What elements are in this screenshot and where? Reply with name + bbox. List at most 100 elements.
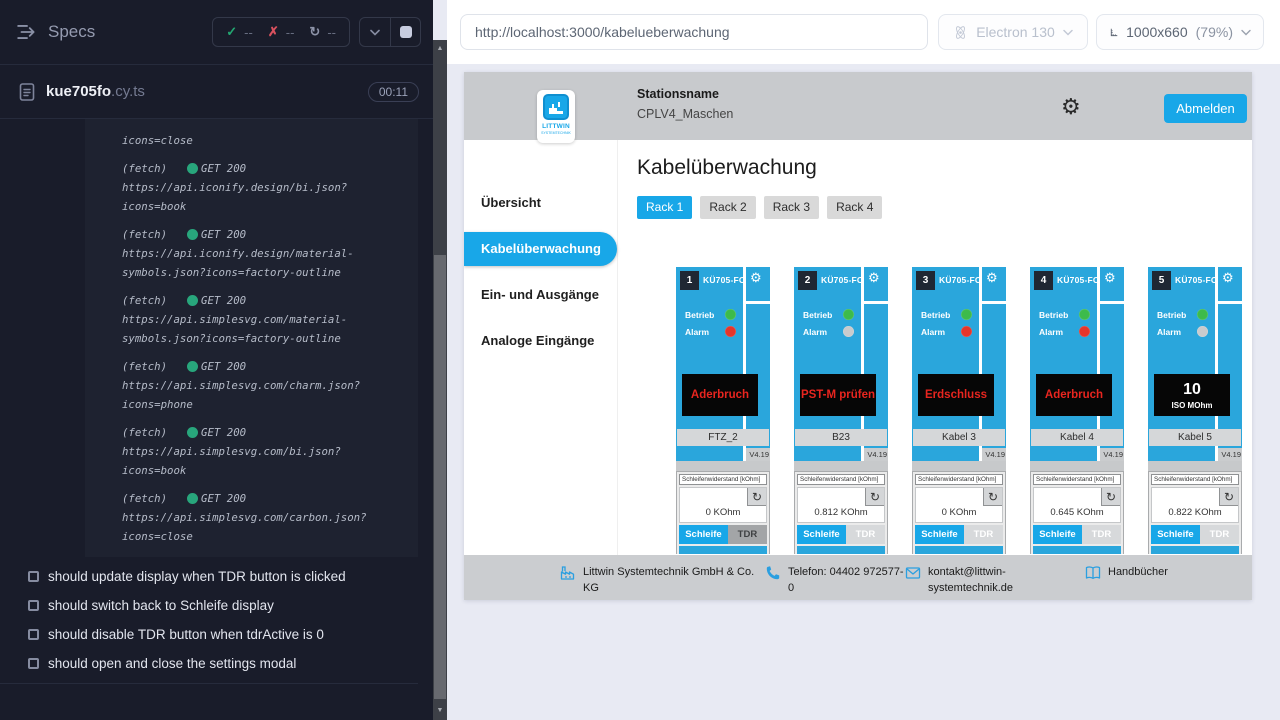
pending-count: --	[327, 25, 336, 40]
schleife-button[interactable]: Schleife	[1033, 525, 1082, 544]
betrieb-led	[843, 309, 854, 320]
card-divider	[746, 301, 770, 304]
tdr-button[interactable]: TDR	[1200, 525, 1239, 544]
cypress-runner-panel: Specs ✓-- ✗-- ↻-- kue705fo.cy.ts 00:11 i…	[0, 0, 433, 720]
status-ok-dot	[187, 163, 198, 174]
spec-file-row[interactable]: kue705fo.cy.ts 00:11	[0, 65, 433, 119]
stat-failed[interactable]: ✗--	[268, 24, 295, 40]
cable-name: B23	[795, 429, 887, 446]
chevron-down-icon	[1063, 29, 1073, 36]
status-display: Aderbruch	[682, 374, 758, 416]
schleife-button[interactable]: Schleife	[915, 525, 964, 544]
logout-button[interactable]: Abmelden	[1164, 94, 1247, 123]
cable-name: Kabel 5	[1149, 429, 1241, 446]
runner-scrollbar[interactable]: ▲ ▼	[433, 40, 447, 720]
alarm-led	[961, 326, 972, 337]
refresh-icon[interactable]: ↻	[983, 488, 1002, 506]
value-box: ↻ 0.822 KOhm	[1151, 487, 1239, 523]
status-display: Erdschluss	[918, 374, 994, 416]
value-box: ↻ 0.812 KOhm	[797, 487, 885, 523]
factory-icon	[560, 565, 576, 581]
device-model: KÜ705-FO	[1175, 275, 1218, 285]
chevron-down-icon	[1241, 29, 1251, 36]
runner-controls	[359, 17, 421, 47]
schleife-button[interactable]: Schleife	[797, 525, 846, 544]
device-model: KÜ705-FO	[703, 275, 746, 285]
failed-count: --	[286, 25, 295, 40]
card-settings-icon[interactable]: ⚙	[750, 270, 762, 286]
stop-button[interactable]	[390, 18, 420, 46]
tdr-button[interactable]: TDR	[846, 525, 885, 544]
scrollbar-thumb[interactable]	[434, 255, 446, 699]
refresh-icon[interactable]: ↻	[1101, 488, 1120, 506]
sidebar-item-uebersicht[interactable]: Übersicht	[464, 186, 617, 220]
sidebar-item-analoge-eingaenge[interactable]: Analoge Eingänge	[464, 324, 617, 358]
log-url: https://api.iconify.design/bi.json?icons…	[122, 178, 400, 216]
tdr-button[interactable]: TDR	[728, 525, 767, 544]
card-divider	[1218, 301, 1242, 304]
log-entry: (fetch)GET 200 https://api.simplesvg.com…	[122, 357, 400, 414]
log-url: https://api.simplesvg.com/charm.json?	[122, 376, 400, 395]
footer-email[interactable]: kontakt@littwin-systemtechnik.de	[905, 565, 1038, 597]
tdr-button[interactable]: TDR	[1082, 525, 1121, 544]
viewport-selector[interactable]: 1000x660 (79%)	[1096, 14, 1264, 50]
card-settings-icon[interactable]: ⚙	[986, 270, 998, 286]
refresh-icon[interactable]: ↻	[865, 488, 884, 506]
stat-passed[interactable]: ✓--	[226, 24, 253, 40]
alarm-led	[843, 326, 854, 337]
schleife-button[interactable]: Schleife	[1151, 525, 1200, 544]
collapse-button[interactable]	[360, 18, 390, 46]
device-model: KÜ705-FO	[1057, 275, 1100, 285]
settings-gear-icon[interactable]: ⚙	[1061, 96, 1081, 118]
card-settings-icon[interactable]: ⚙	[1104, 270, 1116, 286]
resistance-value: 0 KOhm	[680, 507, 766, 518]
measure-label: Schleifenwiderstand [kOhm]	[679, 474, 767, 485]
measurement-panel: Schleifenwiderstand [kOhm] ↻ 0.822 KOhm …	[1148, 471, 1242, 554]
sidebar-item-kabelueberwachung[interactable]: Kabelüberwachung	[464, 232, 617, 266]
card-settings-icon[interactable]: ⚙	[868, 270, 880, 286]
log-url: symbols.json?icons=factory-outline	[122, 263, 400, 282]
test-item[interactable]: should open and close the settings modal	[0, 649, 418, 678]
alarm-led	[725, 326, 736, 337]
card-settings-icon[interactable]: ⚙	[1222, 270, 1234, 286]
spec-file-ext: .cy.ts	[111, 83, 145, 100]
schleife-button[interactable]: Schleife	[679, 525, 728, 544]
status-display: Aderbruch	[1036, 374, 1112, 416]
test-state-icon	[28, 658, 39, 669]
test-item[interactable]: should disable TDR button when tdrActive…	[0, 620, 418, 649]
refresh-icon[interactable]: ↻	[1219, 488, 1238, 506]
scroll-up-arrow-icon[interactable]: ▲	[433, 42, 447, 56]
tab-rack-4[interactable]: Rack 4	[827, 196, 882, 219]
browser-selector[interactable]: Electron 130	[938, 14, 1088, 50]
specs-list-icon[interactable]	[16, 21, 38, 43]
log-url: symbols.json?icons=factory-outline	[122, 329, 400, 348]
test-stats-group[interactable]: ✓-- ✗-- ↻--	[212, 17, 350, 47]
test-item[interactable]: should switch back to Schleife display	[0, 591, 418, 620]
firmware-version: V4.19	[746, 448, 770, 461]
slot-number-badge: 3	[916, 271, 935, 290]
slot-number-badge: 4	[1034, 271, 1053, 290]
test-item[interactable]: should update display when TDR button is…	[0, 562, 418, 591]
url-input[interactable]	[460, 14, 928, 50]
log-entry: (fetch)GET 200 https://api.simplesvg.com…	[122, 291, 400, 348]
tab-rack-2[interactable]: Rack 2	[700, 196, 755, 219]
stat-pending[interactable]: ↻--	[309, 24, 336, 40]
status-display: PST-M prüfen	[800, 374, 876, 416]
rack-tabs: Rack 1 Rack 2 Rack 3 Rack 4	[637, 196, 1252, 219]
test-list: should update display when TDR button is…	[0, 562, 418, 684]
sidebar-item-ein-und-ausgaenge[interactable]: Ein- und Ausgänge	[464, 278, 617, 312]
footer-manuals[interactable]: Handbücher	[1085, 565, 1168, 581]
tdr-button[interactable]: TDR	[964, 525, 1003, 544]
scroll-down-arrow-icon[interactable]: ▼	[433, 704, 447, 718]
slot-number-badge: 2	[798, 271, 817, 290]
runner-header: Specs ✓-- ✗-- ↻--	[0, 0, 433, 64]
device-card-4: 4 KÜ705-FO ⚙ Betrieb Alarm Aderbruch Kab…	[1030, 267, 1124, 554]
main-content: Kabelüberwachung Rack 1 Rack 2 Rack 3 Ra…	[618, 140, 1252, 555]
tab-rack-3[interactable]: Rack 3	[764, 196, 819, 219]
log-url: icons=phone	[122, 395, 400, 414]
list-divider	[0, 683, 418, 684]
refresh-icon[interactable]: ↻	[747, 488, 766, 506]
tab-rack-1[interactable]: Rack 1	[637, 196, 692, 219]
log-url: https://api.simplesvg.com/carbon.json?	[122, 508, 400, 527]
book-icon	[1085, 565, 1101, 581]
